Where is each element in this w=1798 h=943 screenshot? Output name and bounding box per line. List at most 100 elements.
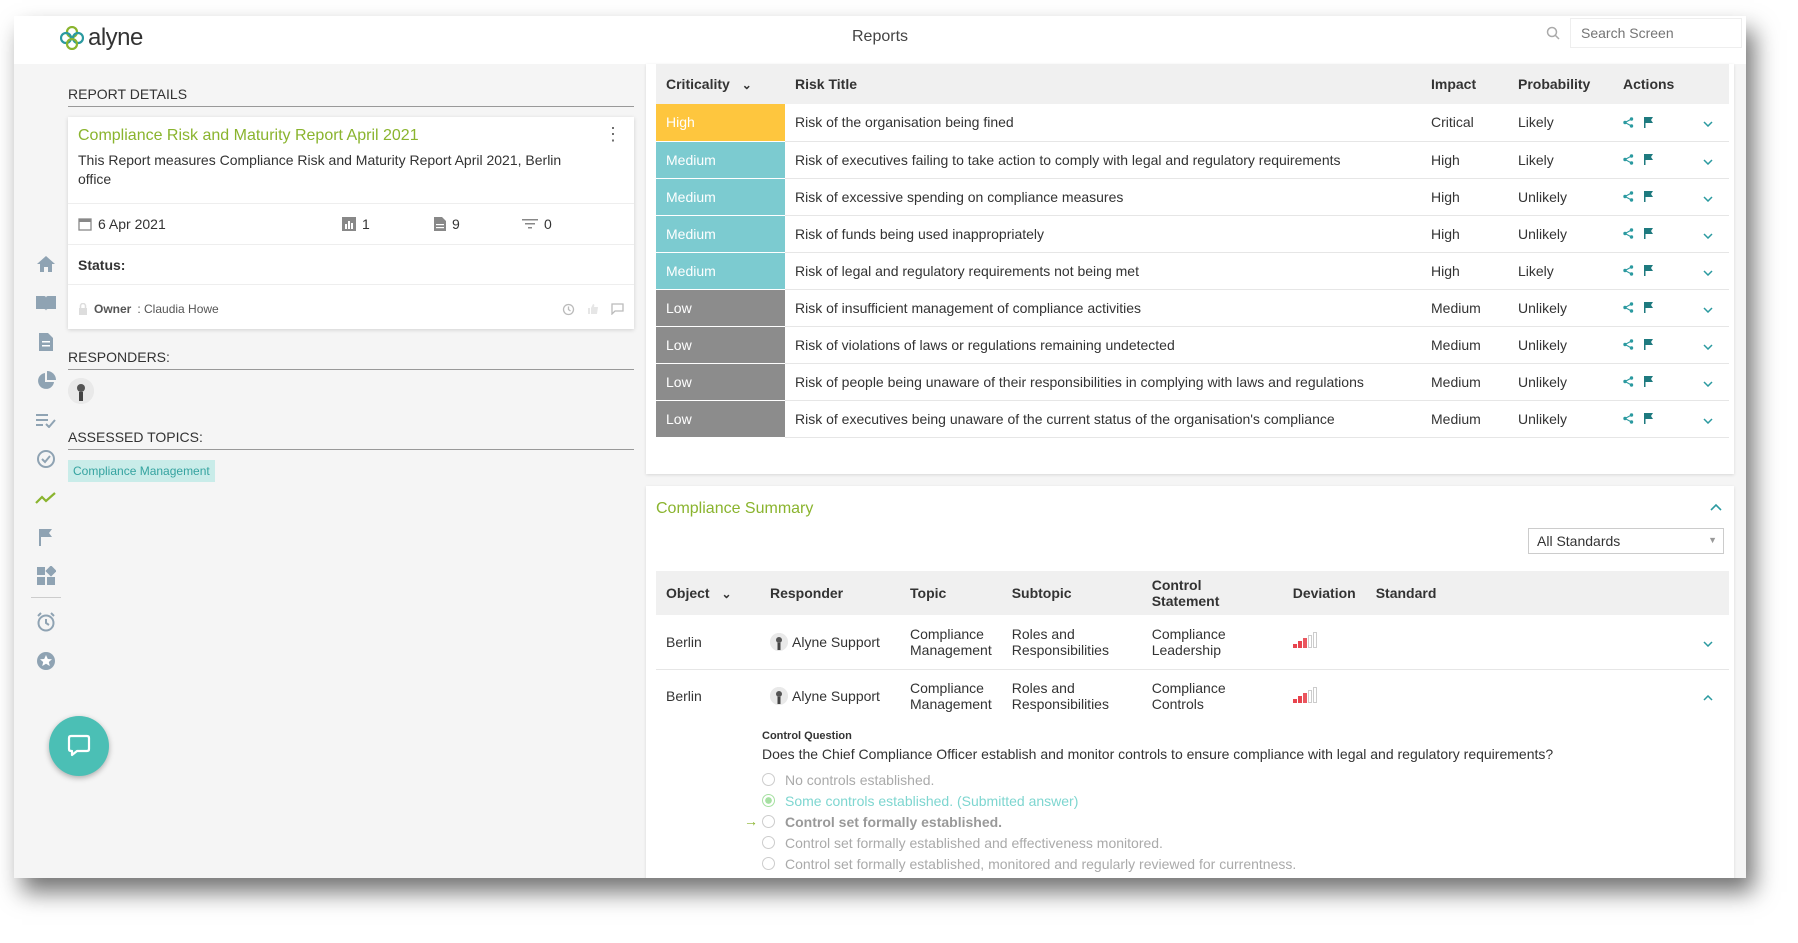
expand-row-chevron-icon[interactable] [1693,178,1729,216]
sort-chevron-icon[interactable]: ⌄ [742,78,752,92]
risk-row[interactable]: Low Risk of insufficient management of co… [656,289,1729,327]
star-icon[interactable] [26,641,66,680]
risk-title-cell[interactable]: Risk of violations of laws or regulation… [785,326,1421,364]
risk-panel: Criticality ⌄ Risk Title Impact Probabil… [646,64,1734,474]
book-icon[interactable] [26,283,66,322]
alarm-icon[interactable] [26,602,66,641]
risk-row[interactable]: Low Risk of executives being unaware of t… [656,400,1729,438]
summary-row[interactable]: Berlin Alyne Support Compliance Management… [656,669,1729,723]
risk-title-cell[interactable]: Risk of executives being unaware of the … [785,400,1421,438]
risk-title-cell[interactable]: Risk of executives failing to take actio… [785,141,1421,179]
answer-option[interactable]: Control set formally established, monito… [762,853,1702,874]
share-icon[interactable] [1623,265,1634,276]
share-icon[interactable] [1623,154,1634,165]
risk-row[interactable]: Medium Risk of legal and regulatory requi… [656,252,1729,290]
criticality-header[interactable]: Criticality ⌄ [656,64,785,104]
share-icon[interactable] [1623,376,1634,387]
risk-row[interactable]: High Risk of the organisation being fined… [656,104,1729,142]
standards-select[interactable]: All Standards ▼ [1528,528,1724,554]
flag-icon[interactable] [1644,116,1654,128]
summary-row[interactable]: Berlin Alyne Support Compliance Management… [656,615,1729,670]
expand-row-chevron-icon[interactable] [1693,326,1729,364]
responder-avatar[interactable] [68,378,94,404]
history-icon[interactable] [562,303,575,316]
radio-button[interactable] [762,857,775,870]
more-options-icon[interactable]: ⋮ [604,125,622,143]
radio-button[interactable] [762,815,775,828]
answer-option[interactable]: Control set formally established and eff… [762,832,1702,853]
deviation-signal-icon [1292,686,1317,703]
collapse-chevron-icon[interactable] [1710,498,1722,516]
standard-cell [1365,615,1693,670]
expand-row-chevron-icon[interactable] [1693,289,1729,327]
radio-button[interactable] [762,773,775,786]
search-icon[interactable] [1546,26,1560,45]
flag-icon[interactable] [1644,191,1654,202]
answer-option[interactable]: No controls established. [762,769,1702,790]
like-icon[interactable] [587,303,599,315]
impact-cell: Critical [1421,104,1508,142]
answer-option[interactable]: → Control set formally established. [744,811,1702,832]
risk-title-cell[interactable]: Risk of the organisation being fined [785,104,1421,142]
person-icon [770,687,788,706]
risk-title-cell[interactable]: Risk of people being unaware of their re… [785,363,1421,401]
pie-chart-icon[interactable] [26,361,66,400]
sort-chevron-icon[interactable]: ⌄ [721,587,731,601]
report-title[interactable]: Compliance Risk and Maturity Report Apri… [68,117,634,145]
share-icon[interactable] [1623,228,1634,239]
expand-row-chevron-icon[interactable] [1693,615,1729,670]
expand-row-chevron-icon[interactable] [1693,104,1729,142]
risk-row[interactable]: Low Risk of people being unaware of their… [656,363,1729,401]
topic-tag[interactable]: Compliance Management [68,460,215,482]
risk-title-cell[interactable]: Risk of funds being used inappropriately [785,215,1421,253]
document-icon[interactable] [26,322,66,361]
current-arrow-icon: → [744,813,758,829]
risk-title-cell[interactable]: Risk of insufficient management of compl… [785,289,1421,327]
risk-row[interactable]: Medium Risk of executives failing to take… [656,141,1729,179]
expand-row-chevron-icon[interactable] [1693,252,1729,290]
topic-header: Topic [900,571,1002,615]
share-icon[interactable] [1623,302,1634,313]
risk-row[interactable]: Medium Risk of excessive spending on comp… [656,178,1729,216]
flag-icon[interactable] [1644,154,1654,165]
report-status-label: Status: [68,245,634,285]
risk-row[interactable]: Medium Risk of funds being used inappropr… [656,215,1729,253]
collapse-row-chevron-icon[interactable] [1693,669,1729,723]
share-icon[interactable] [1623,191,1634,202]
answer-option[interactable]: Some controls established. (Submitted an… [762,790,1702,811]
share-icon[interactable] [1623,339,1634,350]
impact-cell: High [1421,178,1508,216]
flag-icon[interactable] [1644,339,1654,350]
share-icon[interactable] [1623,413,1634,424]
refresh-check-icon[interactable] [26,439,66,478]
expand-row-chevron-icon[interactable] [1693,215,1729,253]
share-icon[interactable] [1623,117,1634,128]
flag-icon[interactable] [1644,265,1654,276]
report-filters-count: 0 [522,216,552,232]
object-header[interactable]: Object ⌄ [656,571,760,615]
flag-icon[interactable] [1644,376,1654,387]
risk-title-cell[interactable]: Risk of legal and regulatory requirement… [785,252,1421,290]
expand-row-chevron-icon[interactable] [1693,400,1729,438]
radio-button[interactable] [762,836,775,849]
chat-button[interactable] [49,716,109,776]
expand-row-chevron-icon[interactable] [1693,141,1729,179]
trend-icon[interactable] [26,478,66,517]
flag-icon[interactable] [1644,228,1654,239]
risk-row[interactable]: Low Risk of violations of laws or regulat… [656,326,1729,364]
flag-icon[interactable] [1644,302,1654,313]
radio-button[interactable] [762,794,775,807]
flag-icon[interactable] [26,517,66,556]
object-cell: Berlin [666,688,702,705]
control-statement-header: Control Statement [1141,571,1283,615]
widgets-icon[interactable] [26,556,66,595]
comment-icon[interactable] [611,303,624,315]
risk-title-cell[interactable]: Risk of excessive spending on compliance… [785,178,1421,216]
expand-row-chevron-icon[interactable] [1693,363,1729,401]
flag-icon[interactable] [1644,413,1654,424]
report-details-panel: REPORT DETAILS Compliance Risk and Matur… [68,64,634,482]
checklist-icon[interactable] [26,400,66,439]
search-input[interactable] [1571,25,1741,41]
home-icon[interactable] [26,244,66,283]
standards-select-value: All Standards [1537,533,1621,549]
